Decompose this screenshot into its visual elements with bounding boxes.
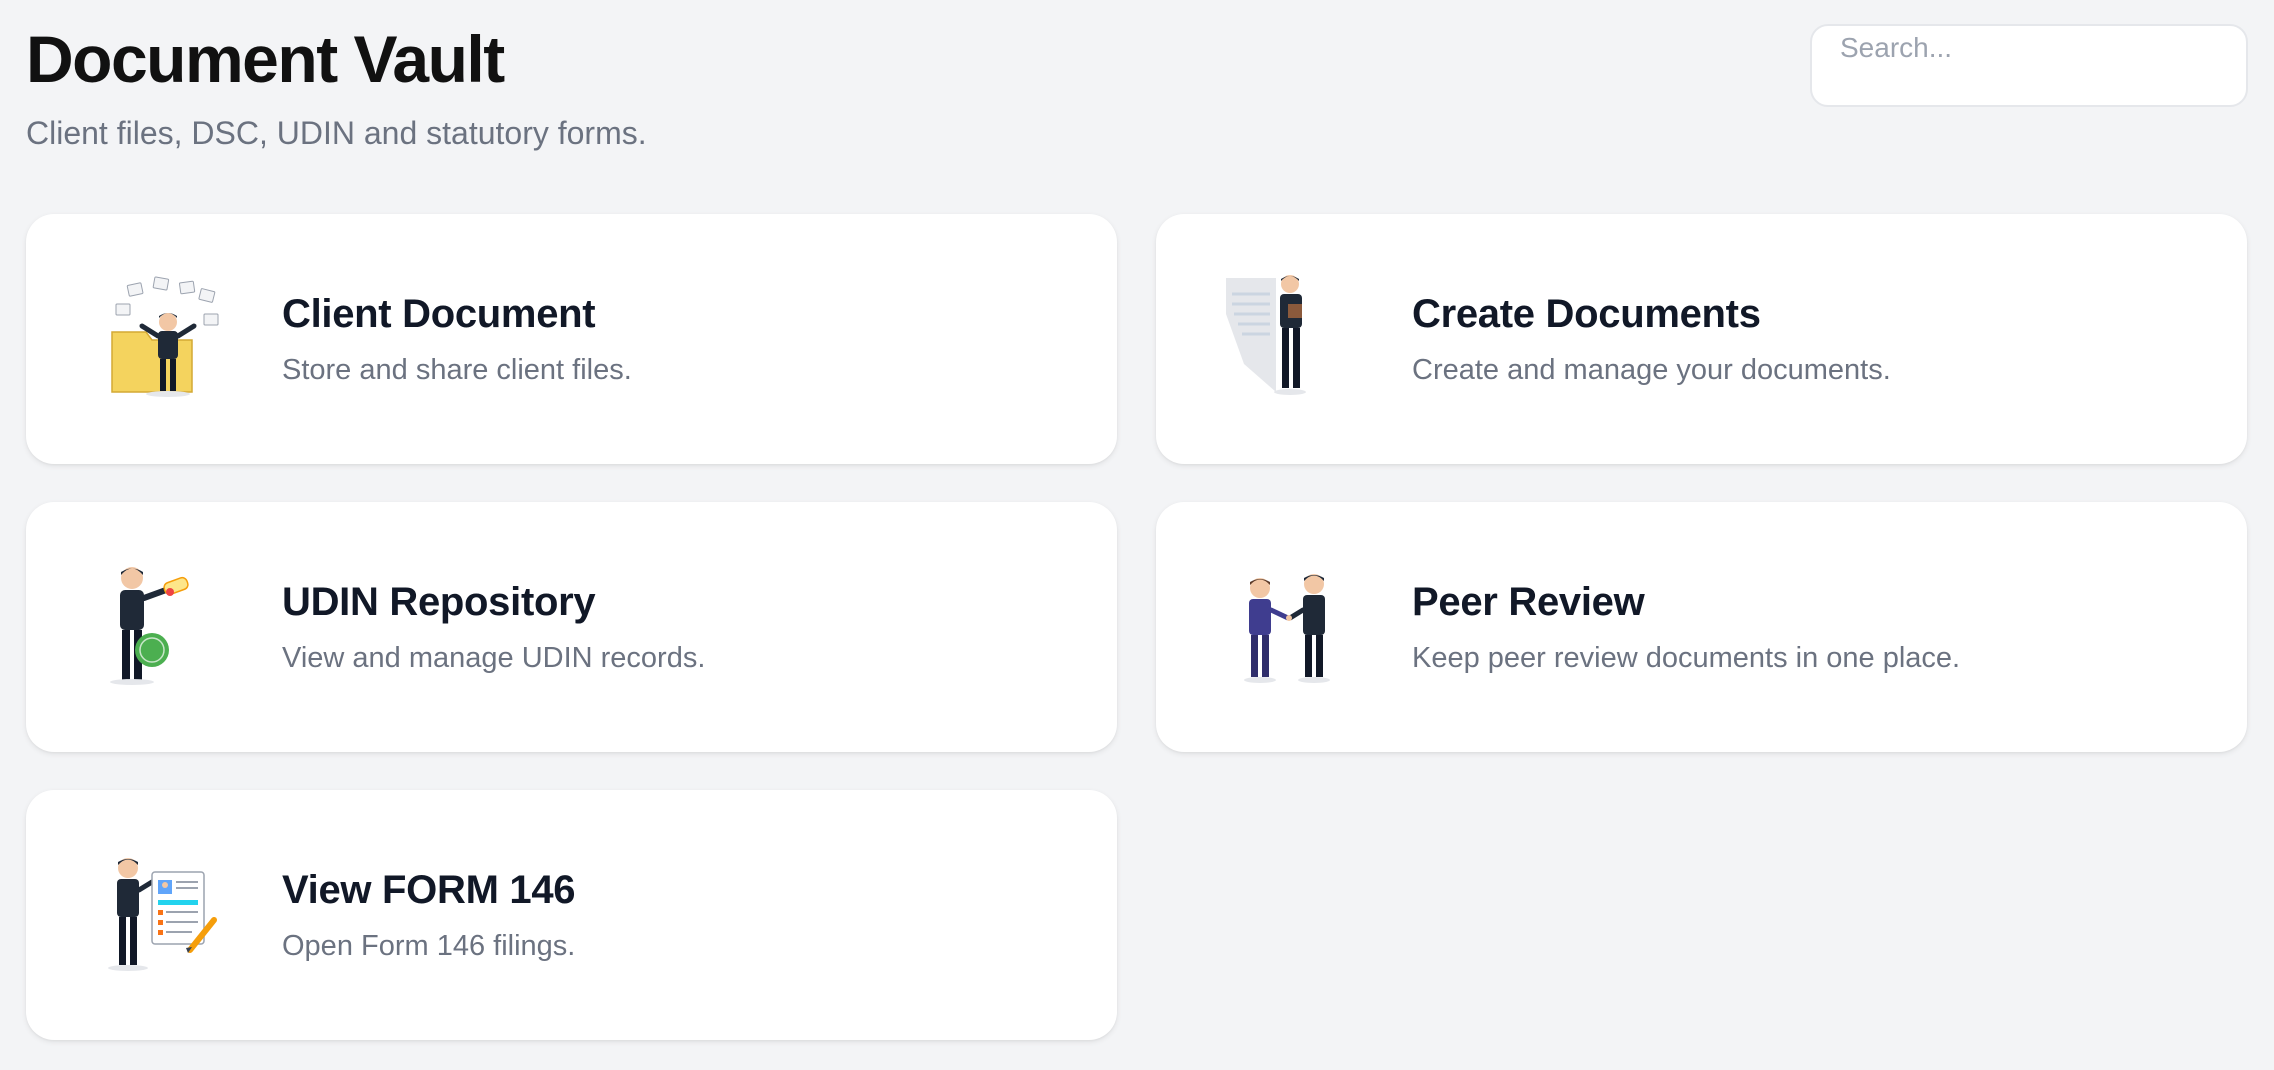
card-peer-review[interactable]: Peer Review Keep peer review documents i… [1156, 502, 2247, 752]
peer-handshake-illustration-icon [1244, 574, 1330, 683]
card-client-document[interactable]: Client Document Store and share client f… [26, 214, 1117, 464]
card-description: Keep peer review documents in one place. [1412, 642, 1961, 674]
card-title: UDIN Repository [282, 580, 596, 624]
card-title: Create Documents [1412, 292, 1761, 336]
card-title: View FORM 146 [282, 868, 576, 912]
udin-certified-illustration-icon [110, 567, 189, 685]
client-files-illustration-icon [111, 276, 219, 397]
page-header: Document Vault Client files, DSC, UDIN a… [26, 26, 647, 152]
page-subtitle: Client files, DSC, UDIN and statutory fo… [26, 115, 647, 151]
page-title: Document Vault [26, 22, 505, 96]
card-udin-repository[interactable]: UDIN Repository View and manage UDIN rec… [26, 502, 1117, 752]
card-description: Create and manage your documents. [1412, 354, 1891, 386]
card-description: Store and share client files. [282, 354, 632, 386]
card-view-form-146[interactable]: View FORM 146 Open Form 146 filings. [26, 790, 1117, 1040]
card-title: Peer Review [1412, 580, 1645, 624]
create-documents-illustration-icon [1226, 275, 1306, 395]
card-description: Open Form 146 filings. [282, 930, 576, 962]
search-input[interactable] [1810, 24, 2248, 107]
card-description: View and manage UDIN records. [282, 642, 706, 674]
card-create-documents[interactable]: Create Documents Create and manage your … [1156, 214, 2247, 464]
card-title: Client Document [282, 292, 596, 336]
document-vault-page: Document Vault Client files, DSC, UDIN a… [0, 0, 2274, 1070]
form-146-illustration-icon [108, 858, 217, 971]
